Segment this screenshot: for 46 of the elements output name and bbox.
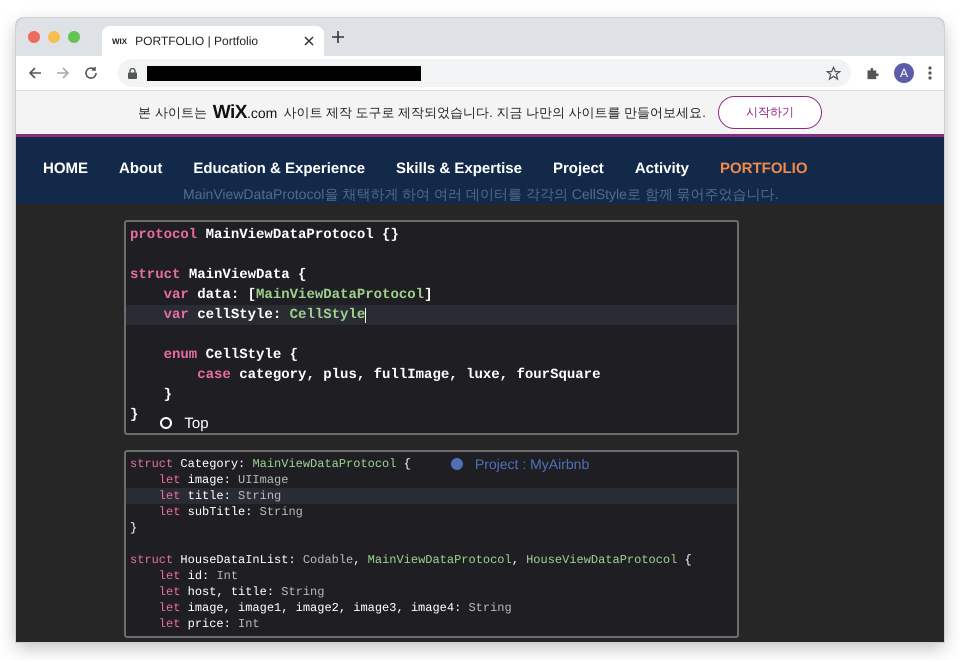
- tab-title: PORTFOLIO | Portfolio: [135, 34, 260, 48]
- code-line: enum CellStyle {: [162, 346, 298, 365]
- nav-link[interactable]: Skills & Expertise: [396, 160, 522, 177]
- start-button[interactable]: 시작하기: [718, 96, 822, 129]
- code-line: var data: [MainViewDataProtocol]: [162, 286, 432, 305]
- nav-link[interactable]: Education & Experience: [193, 160, 366, 177]
- site-favicon: WIX: [112, 36, 128, 46]
- banner-text: 본 사이트는: [138, 104, 207, 122]
- wix-logo: WiX: [212, 102, 247, 124]
- code-line: case category, plus, fullImage, luxe, fourSquare: [196, 366, 600, 385]
- code-line: }: [162, 386, 172, 405]
- faded-description: MainViewDataProtocol을 채택하게 하여 여러 데이터를 각각의 CellStyle로 함께 묶어주었습니다.: [183, 186, 779, 204]
- section-link[interactable]: Top: [184, 416, 209, 430]
- banner-text: 사이트 제작 도구로 제작되었습니다. 지금 나만의 사이트를 만들어보세요.: [283, 104, 706, 122]
- code-line: struct MainViewData {: [130, 266, 306, 285]
- code-line: protocol MainViewDataProtocol {}: [130, 226, 399, 245]
- new-tab-icon[interactable]: [332, 31, 344, 43]
- nav-link[interactable]: PORTFOLIO: [720, 160, 808, 177]
- nav-link[interactable]: About: [119, 160, 162, 177]
- menu-icon[interactable]: [928, 66, 932, 80]
- code-line: }: [130, 406, 138, 425]
- code-line: let image: UIImage: [158, 472, 288, 488]
- code-line: struct HouseDataInList: Codable, MainViewDataProtocol, HouseViewDataProtocol {: [130, 552, 692, 568]
- code-line: }: [130, 520, 138, 536]
- close-tab-icon[interactable]: [304, 36, 314, 46]
- lock-icon: [128, 68, 137, 78]
- code-line: let subTitle: String: [158, 504, 303, 520]
- code-line: let price: Int: [158, 616, 260, 632]
- nav-link[interactable]: HOME: [43, 160, 88, 177]
- profile-avatar[interactable]: A: [894, 63, 914, 83]
- code-line: let id: Int: [158, 568, 238, 584]
- nav-link[interactable]: Project: [552, 160, 604, 177]
- code-line: let host, title: String: [158, 584, 324, 600]
- nav-dot-icon[interactable]: [450, 458, 463, 470]
- browser-tab[interactable]: WIX PORTFOLIO | Portfolio: [102, 26, 324, 56]
- star-icon[interactable]: [826, 66, 841, 80]
- code-line: var cellStyle: CellStyle: [162, 306, 366, 325]
- puzzle-icon[interactable]: [865, 66, 880, 80]
- nav-link[interactable]: Activity: [634, 160, 689, 177]
- code-line: let image, image1, image2, image3, image4: String: [158, 600, 512, 616]
- address-bar[interactable]: [118, 59, 851, 87]
- logo-domain: .com: [246, 104, 278, 120]
- code-line: let title: String: [158, 488, 282, 504]
- reload-icon[interactable]: [84, 66, 98, 80]
- code-line: struct Category: MainViewDataProtocol {: [130, 456, 411, 472]
- back-icon[interactable]: [28, 66, 42, 80]
